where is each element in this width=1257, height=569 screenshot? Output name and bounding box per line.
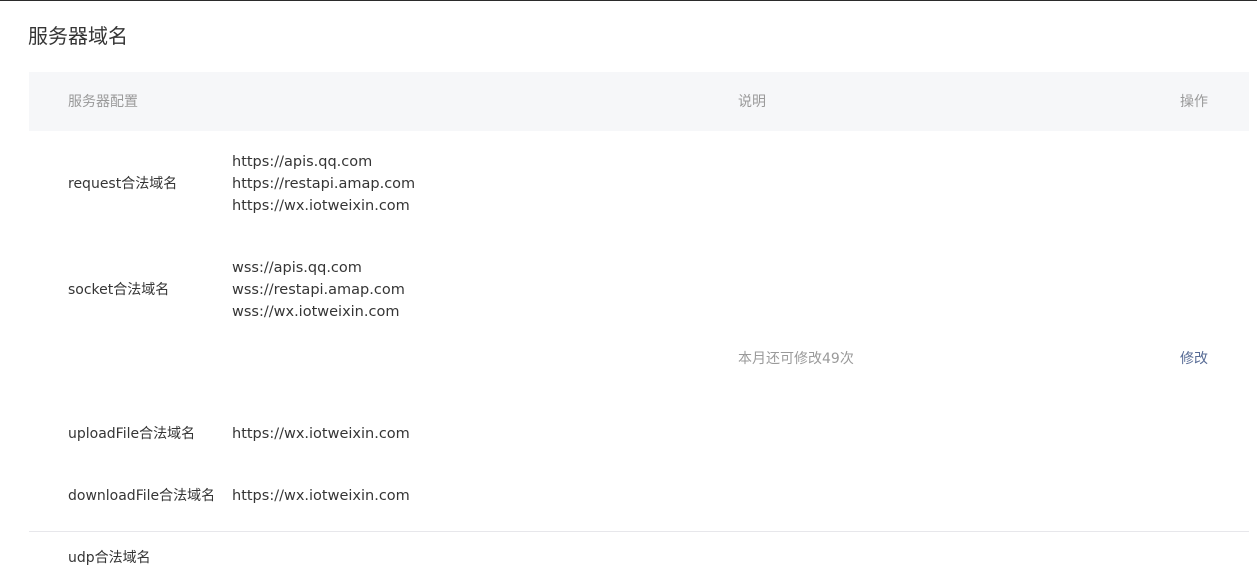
modification-quota-text: 本月还可修改49次 [738,351,854,367]
request-domain-value: https://wx.iotweixin.com [232,198,410,214]
socket-domain-value: wss://wx.iotweixin.com [232,304,400,320]
header-operation: 操作 [1180,94,1208,110]
socket-domain-values: wss://apis.qq.com wss://restapi.amap.com… [232,257,405,323]
udp-domain-label: udp合法域名 [68,550,151,566]
socket-domain-label: socket合法域名 [68,282,170,298]
downloadfile-domain-values: https://wx.iotweixin.com [232,485,410,507]
request-domain-value: https://restapi.amap.com [232,176,416,192]
downloadfile-domain-value: https://wx.iotweixin.com [232,488,410,504]
request-domain-value: https://apis.qq.com [232,154,373,170]
uploadfile-domain-value: https://wx.iotweixin.com [232,426,410,442]
page-title: 服务器域名 [28,24,128,48]
request-domain-values: https://apis.qq.com https://restapi.amap… [232,151,415,217]
modify-button[interactable]: 修改 [1180,348,1208,370]
header-server-config: 服务器配置 [68,94,138,110]
header-description: 说明 [738,94,766,110]
uploadfile-domain-label: uploadFile合法域名 [68,426,196,442]
socket-domain-value: wss://restapi.amap.com [232,282,405,298]
table-header: 服务器配置 说明 操作 [29,72,1249,131]
socket-domain-value: wss://apis.qq.com [232,260,362,276]
table-body: request合法域名 https://apis.qq.com https://… [29,131,1249,566]
server-domain-table: 服务器配置 说明 操作 request合法域名 https://apis.qq.… [29,72,1249,566]
top-border [0,0,1257,1]
downloadfile-domain-label: downloadFile合法域名 [68,488,216,504]
request-domain-label: request合法域名 [68,176,178,192]
uploadfile-domain-values: https://wx.iotweixin.com [232,423,410,445]
